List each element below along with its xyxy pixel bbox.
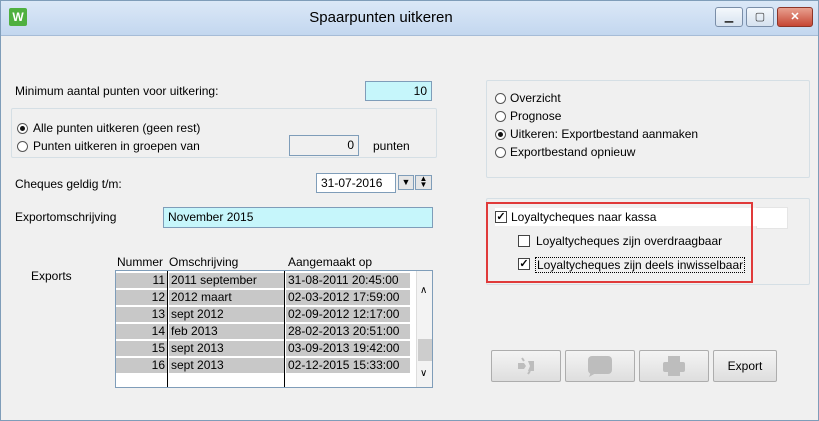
window-title: Spaarpunten uitkeren — [309, 9, 453, 26]
cell-nummer: 15 — [116, 341, 167, 356]
close-icon: ✕ — [790, 11, 800, 23]
cell-omschrijving: sept 2013 — [169, 341, 284, 356]
highlight-box — [486, 202, 753, 283]
exports-table[interactable]: 11 2011 september 31-08-2011 20:45:00 12… — [115, 270, 433, 388]
radio-export-again-label: Exportbestand opnieuw — [510, 145, 636, 159]
radio-payout-export-label: Uitkeren: Exportbestand aanmaken — [510, 127, 699, 141]
radio-all-points[interactable] — [17, 123, 28, 134]
export-description-input[interactable]: November 2015 — [163, 207, 433, 228]
radio-all-points-label: Alle punten uitkeren (geen rest) — [33, 121, 201, 135]
table-row[interactable]: 15 sept 2013 03-09-2013 19:42:00 — [116, 341, 416, 356]
col-header-aangemaakt: Aangemaakt op — [288, 255, 373, 269]
radio-groups[interactable] — [17, 141, 28, 152]
table-scrollbar[interactable]: ∧ ∨ — [416, 271, 432, 387]
min-points-label: Minimum aantal punten voor uitkering: — [15, 84, 219, 98]
maximize-icon: ▢ — [754, 11, 766, 23]
date-dropdown-button[interactable]: ▼ — [398, 175, 414, 190]
dialog-content: Minimum aantal punten voor uitkering: 10… — [1, 36, 818, 420]
col-header-omschrijving: Omschrijving — [169, 255, 239, 269]
cheques-date-input[interactable]: 31-07-2016 — [316, 173, 396, 193]
minimize-icon: ▁ — [724, 11, 734, 23]
column-divider — [284, 271, 285, 387]
scroll-down-icon[interactable]: ∨ — [420, 368, 427, 379]
cell-omschrijving: feb 2013 — [169, 324, 284, 339]
maximize-button[interactable]: ▢ — [746, 7, 774, 27]
date-spinner[interactable]: ▲ ▼ — [415, 175, 432, 190]
radio-groups-label: Punten uitkeren in groepen van — [33, 139, 200, 153]
message-button[interactable] — [565, 350, 635, 382]
groups-unit-label: punten — [373, 139, 410, 153]
cell-nummer: 13 — [116, 307, 167, 322]
col-header-nummer: Nummer — [117, 255, 164, 269]
loyalty-spacer-field — [756, 207, 788, 229]
scroll-up-icon[interactable]: ∧ — [420, 285, 427, 296]
cell-nummer: 16 — [116, 358, 167, 373]
cheques-valid-label: Cheques geldig t/m: — [15, 177, 122, 191]
exports-label: Exports — [31, 269, 72, 283]
printer-icon — [663, 356, 685, 376]
table-row[interactable]: 14 feb 2013 28-02-2013 20:51:00 — [116, 324, 416, 339]
broken-link-icon — [518, 357, 534, 375]
column-divider — [167, 271, 168, 387]
spin-down-icon: ▼ — [419, 180, 428, 189]
cell-aangemaakt: 03-09-2013 19:42:00 — [286, 341, 410, 356]
table-row[interactable]: 16 sept 2013 02-12-2015 15:33:00 — [116, 358, 416, 373]
cell-omschrijving: 2011 september — [169, 273, 284, 288]
groups-size-input[interactable]: 0 — [289, 135, 359, 156]
radio-overview-label: Overzicht — [510, 91, 561, 105]
cell-aangemaakt: 02-12-2015 15:33:00 — [286, 358, 410, 373]
radio-prognosis-label: Prognose — [510, 109, 562, 123]
cell-nummer: 12 — [116, 290, 167, 305]
cell-nummer: 14 — [116, 324, 167, 339]
title-bar[interactable]: W Spaarpunten uitkeren ▁ ▢ ✕ — [1, 1, 818, 36]
chevron-down-icon: ▼ — [401, 177, 411, 187]
cell-omschrijving: sept 2013 — [169, 358, 284, 373]
speech-bubble-icon — [588, 356, 612, 377]
unlink-button[interactable] — [491, 350, 561, 382]
cell-aangemaakt: 02-03-2012 17:59:00 — [286, 290, 410, 305]
app-window: W Spaarpunten uitkeren ▁ ▢ ✕ Minimum aan… — [0, 0, 819, 421]
radio-prognosis[interactable] — [495, 111, 506, 122]
cell-omschrijving: sept 2012 — [169, 307, 284, 322]
cell-aangemaakt: 02-09-2012 12:17:00 — [286, 307, 410, 322]
cell-nummer: 11 — [116, 273, 167, 288]
table-row[interactable]: 11 2011 september 31-08-2011 20:45:00 — [116, 273, 416, 288]
export-button[interactable]: Export — [713, 350, 777, 382]
cell-omschrijving: 2012 maart — [169, 290, 284, 305]
cell-aangemaakt: 31-08-2011 20:45:00 — [286, 273, 410, 288]
radio-payout-export[interactable] — [495, 129, 506, 140]
cell-aangemaakt: 28-02-2013 20:51:00 — [286, 324, 410, 339]
table-row[interactable]: 12 2012 maart 02-03-2012 17:59:00 — [116, 290, 416, 305]
scroll-thumb[interactable] — [418, 339, 432, 361]
print-button[interactable] — [639, 350, 709, 382]
min-points-input[interactable]: 10 — [365, 81, 432, 101]
table-row[interactable]: 13 sept 2012 02-09-2012 12:17:00 — [116, 307, 416, 322]
radio-export-again[interactable] — [495, 147, 506, 158]
minimize-button[interactable]: ▁ — [715, 7, 743, 27]
radio-overview[interactable] — [495, 93, 506, 104]
close-button[interactable]: ✕ — [777, 7, 813, 27]
export-description-label: Exportomschrijving — [15, 210, 117, 224]
